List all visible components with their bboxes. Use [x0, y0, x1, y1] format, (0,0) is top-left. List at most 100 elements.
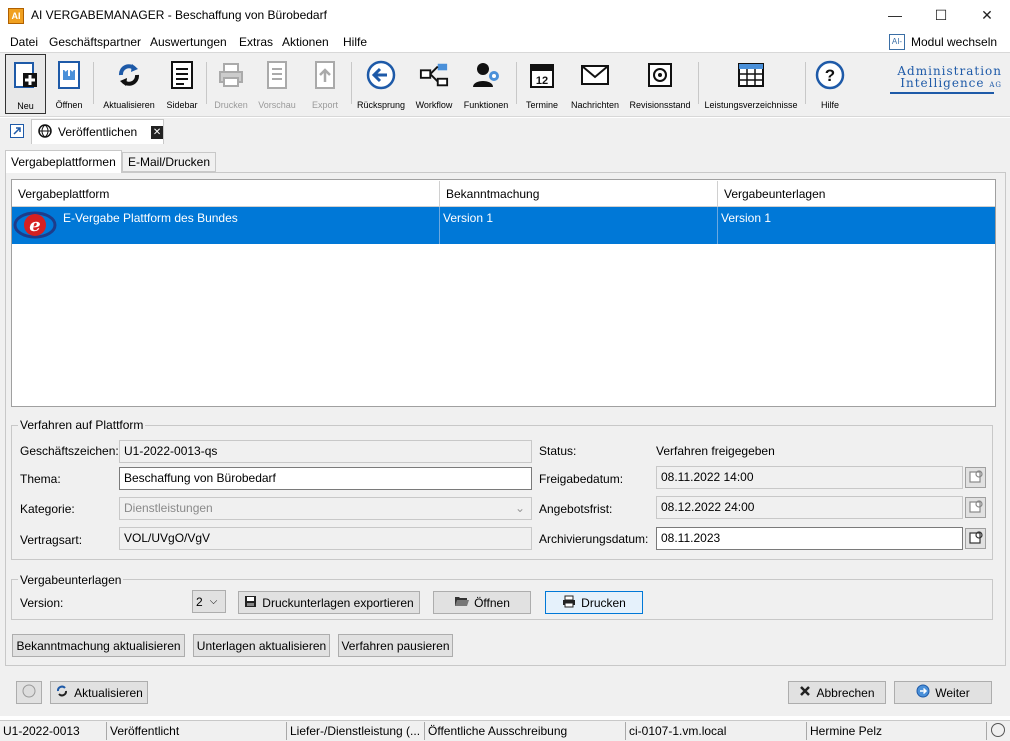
menu-auswertungen[interactable]: Auswertungen	[150, 35, 227, 49]
toolbar-separator	[93, 62, 94, 104]
toolbar-ruecksprung-button[interactable]: Rücksprung	[356, 54, 406, 114]
status-benutzer: Hermine Pelz	[807, 722, 987, 740]
column-header-bekanntmachung[interactable]: Bekanntmachung	[440, 181, 718, 207]
menu-datei[interactable]: Datei	[10, 35, 38, 49]
toolbar-oeffnen-button[interactable]: Öffnen	[50, 54, 88, 114]
close-window-button[interactable]: ✕	[964, 0, 1010, 31]
thema-label: Thema:	[20, 472, 61, 486]
cell-vergabeplattform: E-Vergabe Plattform des Bundes	[60, 207, 440, 244]
toolbar-drucken-button[interactable]: Drucken	[212, 54, 250, 114]
toolbar-aktualisieren-button[interactable]: Aktualisieren	[101, 54, 157, 114]
abbrechen-button[interactable]: Abbrechen	[788, 681, 886, 704]
verfahren-pausieren-button[interactable]: Verfahren pausieren	[338, 634, 453, 657]
cell-bekanntmachung: Version 1	[440, 207, 718, 244]
bekanntmachung-aktualisieren-button[interactable]: Bekanntmachung aktualisieren	[12, 634, 185, 657]
export-icon	[310, 60, 340, 90]
toolbar-export-button[interactable]: Export	[306, 54, 344, 114]
menu-aktionen[interactable]: Aktionen	[282, 35, 329, 49]
toolbar-workflow-button[interactable]: Workflow	[413, 54, 455, 114]
unterlagen-aktualisieren-button[interactable]: Unterlagen aktualisieren	[193, 634, 330, 657]
toolbar-workflow-label: Workflow	[415, 100, 453, 110]
toolbar-termine-button[interactable]: 12 Termine	[522, 54, 562, 114]
weiter-button[interactable]: Weiter	[894, 681, 992, 704]
kategorie-select[interactable]: Dienstleistungen ⌄	[119, 497, 532, 520]
company-logo: Administration Intelligence AG	[884, 64, 1002, 98]
toolbar-revisionsstand-button[interactable]: Revisionsstand	[628, 54, 692, 114]
toolbar-ruecksprung-label: Rücksprung	[356, 100, 406, 110]
aktualisieren-label: Aktualisieren	[74, 685, 143, 700]
menu-extras[interactable]: Extras	[239, 35, 273, 49]
module-switch-icon: AI-	[889, 34, 905, 50]
printer-icon	[216, 60, 246, 90]
help-icon: ?	[815, 60, 845, 90]
toolbar-nachrichten-button[interactable]: Nachrichten	[569, 54, 621, 114]
toolbar-separator	[805, 62, 806, 104]
version-select[interactable]: 2 ⌵	[192, 590, 226, 613]
date-picker-icon	[968, 469, 983, 486]
angebotsfrist-label: Angebotsfrist:	[539, 502, 613, 516]
status-value: Verfahren freigegeben	[656, 444, 775, 458]
archivierungsdatum-picker-button[interactable]	[965, 528, 986, 549]
drucken-label: Drucken	[581, 595, 626, 610]
column-header-vergabeplattform[interactable]: Vergabeplattform	[12, 181, 440, 207]
column-header-vergabeunterlagen[interactable]: Vergabeunterlagen	[718, 181, 995, 207]
toolbar-hilfe-button[interactable]: ? Hilfe	[812, 54, 848, 114]
toolbar-export-label: Export	[311, 100, 338, 110]
save-disk-icon	[244, 595, 257, 611]
toolbar-sidebar-label: Sidebar	[166, 100, 198, 110]
date-picker-icon	[968, 530, 983, 547]
kategorie-label: Kategorie:	[20, 502, 75, 516]
status-zustand: Veröffentlicht	[107, 722, 287, 740]
close-tab-icon[interactable]: ✕	[151, 125, 163, 139]
preview-icon	[262, 60, 292, 90]
modul-wechseln-button[interactable]: AI- Modul wechseln	[889, 33, 997, 51]
tab-veroeffentlichen-label: Veröffentlichen	[58, 125, 138, 139]
toolbar-nachrichten-label: Nachrichten	[570, 100, 620, 110]
status-label: Status:	[539, 444, 577, 458]
drucken-button[interactable]: Drucken	[545, 591, 643, 614]
calendar-icon: 12	[527, 60, 557, 90]
toolbar-leistungsverzeichnisse-button[interactable]: Leistungsverzeichnisse	[704, 54, 798, 114]
toolbar-vorschau-button[interactable]: Vorschau	[256, 54, 298, 114]
thema-input[interactable]: Beschaffung von Bürobedarf	[119, 467, 532, 490]
open-document-icon	[54, 60, 84, 90]
info-button[interactable]	[16, 681, 42, 704]
archivierungsdatum-input[interactable]: 08.11.2023	[656, 527, 963, 550]
toolbar-revisionsstand-label: Revisionsstand	[629, 100, 691, 110]
aktualisieren-button[interactable]: Aktualisieren	[50, 681, 148, 704]
verfahren-group-title: Verfahren auf Plattform	[18, 418, 146, 432]
toolbar-sidebar-button[interactable]: Sidebar	[163, 54, 201, 114]
maximize-button[interactable]: ☐	[918, 0, 964, 31]
tab-email-drucken[interactable]: E-Mail/Drucken	[122, 152, 217, 172]
cell-vergabeunterlagen: Version 1	[721, 211, 772, 225]
modul-wechseln-label: Modul wechseln	[911, 35, 998, 49]
kategorie-value: Dienstleistungen	[124, 501, 213, 515]
version-label: Version:	[20, 596, 64, 610]
oeffnen-button[interactable]: Öffnen	[433, 591, 531, 614]
workflow-icon	[419, 60, 449, 90]
toolbar-vorschau-label: Vorschau	[258, 100, 296, 110]
pane-toggle-icon[interactable]	[10, 124, 24, 138]
globe-icon	[38, 123, 52, 141]
connection-status-icon	[991, 723, 1005, 737]
oeffnen-label: Öffnen	[474, 595, 510, 610]
menu-hilfe[interactable]: Hilfe	[343, 35, 367, 49]
logo-line-2: Intelligence	[900, 76, 985, 90]
arrow-right-circle-icon	[916, 684, 930, 701]
app-icon: AI	[8, 8, 24, 24]
envelope-icon	[580, 60, 610, 90]
abbrechen-label: Abbrechen	[816, 685, 875, 700]
toolbar-separator	[516, 62, 517, 104]
vertragsart-label: Vertragsart:	[20, 533, 83, 547]
angebotsfrist-picker-button[interactable]	[965, 497, 986, 518]
toolbar-funktionen-button[interactable]: Funktionen	[462, 54, 510, 114]
tab-veroeffentlichen[interactable]: Veröffentlichen ✕	[31, 119, 164, 144]
freigabedatum-picker-button[interactable]	[965, 467, 986, 488]
evergabe-logo-icon: e	[13, 208, 57, 242]
druckunterlagen-exportieren-button[interactable]: Druckunterlagen exportieren	[238, 591, 420, 614]
toolbar-neu-button[interactable]: Neu	[5, 54, 46, 114]
geschaeftszeichen-label: Geschäftszeichen:	[20, 444, 119, 458]
tab-vergabeplattformen[interactable]: Vergabeplattformen	[5, 150, 122, 173]
menu-geschaeftspartner[interactable]: Geschäftspartner	[49, 35, 141, 49]
minimize-button[interactable]: —	[872, 0, 918, 31]
